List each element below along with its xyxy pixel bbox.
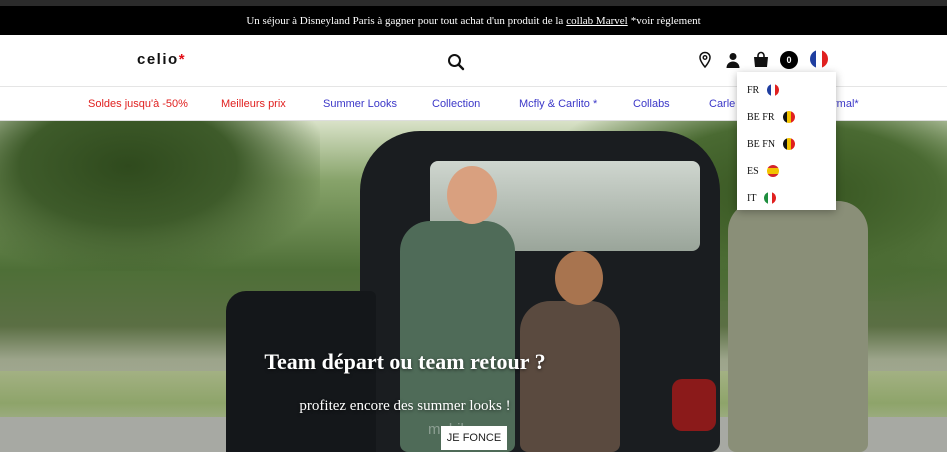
shopping-bag-icon[interactable] bbox=[752, 51, 770, 69]
logo-star: * bbox=[178, 51, 187, 68]
search-icon[interactable] bbox=[447, 53, 465, 71]
location-pin-icon[interactable] bbox=[696, 51, 714, 69]
promo-banner: Un séjour à Disneyland Paris à gagner po… bbox=[0, 6, 947, 35]
person-left-head bbox=[447, 166, 497, 224]
account-icon[interactable] bbox=[724, 51, 742, 69]
nav-item-mcfly-carlito[interactable]: Mcfly & Carlito * bbox=[519, 98, 597, 110]
cart-count-badge[interactable]: 0 bbox=[780, 51, 798, 69]
italy-flag-icon bbox=[764, 192, 777, 204]
language-label: ES bbox=[747, 165, 759, 177]
celio-logo[interactable]: celio* bbox=[137, 51, 186, 68]
nav-item-normal[interactable]: rmal* bbox=[833, 98, 859, 110]
language-option-it[interactable]: IT bbox=[747, 192, 777, 204]
promo-terms: *voir règlement bbox=[630, 14, 701, 27]
hero-subtitle: profitez encore des summer looks ! bbox=[299, 398, 511, 414]
nav-item-collection[interactable]: Collection bbox=[432, 98, 480, 110]
promo-link[interactable]: collab Marvel bbox=[566, 15, 627, 27]
nav-item-summer-looks[interactable]: Summer Looks bbox=[323, 98, 397, 110]
nav-item-carle[interactable]: Carle bbox=[709, 98, 735, 110]
nav-item-meilleurs-prix[interactable]: Meilleurs prix bbox=[221, 98, 286, 110]
logo-text: celio bbox=[137, 51, 179, 68]
language-option-es[interactable]: ES bbox=[747, 165, 779, 177]
spain-flag-icon bbox=[766, 165, 779, 177]
promo-text: Un séjour à Disneyland Paris à gagner po… bbox=[246, 14, 564, 27]
belgium-flag-icon bbox=[783, 138, 796, 150]
france-flag-icon bbox=[767, 84, 780, 96]
language-label: IT bbox=[747, 192, 757, 204]
language-option-fr[interactable]: FR bbox=[747, 84, 780, 96]
language-option-be-fr[interactable]: BE FR bbox=[747, 111, 795, 123]
language-option-be-fn[interactable]: BE FN bbox=[747, 138, 796, 150]
french-flag-icon[interactable] bbox=[810, 50, 828, 68]
person-middle-head bbox=[555, 251, 603, 305]
nav-item-collabs[interactable]: Collabs bbox=[633, 98, 670, 110]
person-middle bbox=[520, 301, 620, 452]
language-label: FR bbox=[747, 84, 760, 96]
language-label: BE FR bbox=[747, 111, 775, 123]
nav-item-soldes[interactable]: Soldes jusqu'à -50% bbox=[88, 98, 188, 110]
je-fonce-button[interactable]: JE FONCE bbox=[441, 426, 507, 450]
language-label: BE FN bbox=[747, 138, 776, 150]
hero-title: Team départ ou team retour ? bbox=[264, 349, 546, 374]
tree-canopy-left bbox=[0, 121, 320, 271]
person-left bbox=[400, 221, 515, 452]
language-dropdown: FR BE FR BE FN ES IT bbox=[737, 72, 836, 210]
belgium-flag-icon bbox=[782, 111, 795, 123]
